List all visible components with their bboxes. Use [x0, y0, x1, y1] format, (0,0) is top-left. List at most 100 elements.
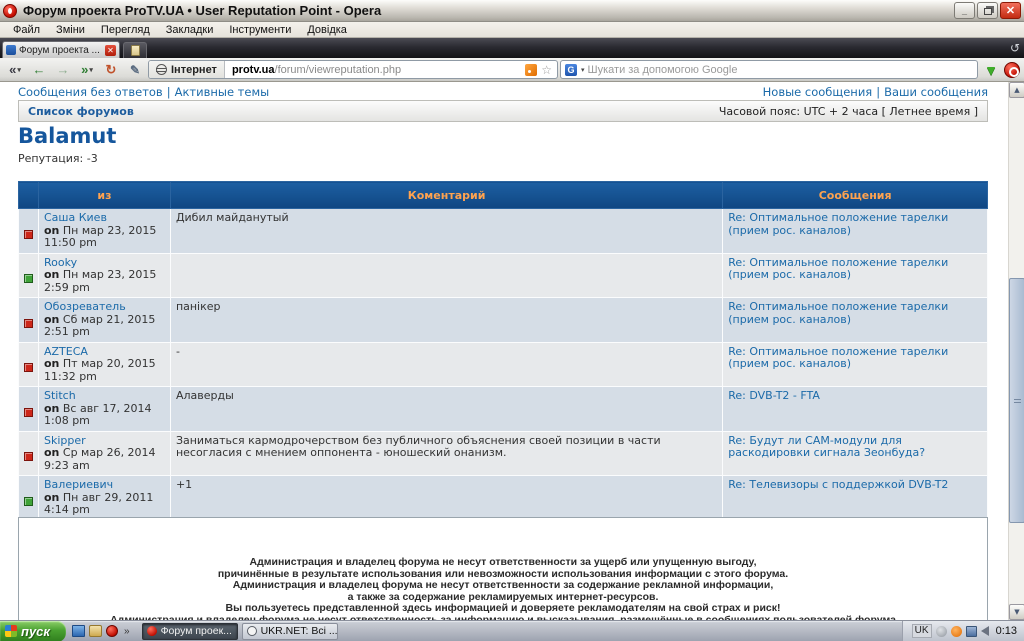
- link-your-messages[interactable]: Ваши сообщения: [884, 85, 988, 99]
- opera-icon: [3, 4, 17, 18]
- disclaimer-box: Администрация и владелец форума не несут…: [18, 517, 988, 620]
- vote-icon: [24, 319, 33, 328]
- vote-comment: Дибил майданутый: [170, 209, 722, 254]
- forum-quick-links: Сообщения без ответов|Активные темы Новы…: [18, 85, 988, 99]
- menu-help[interactable]: Довідка: [300, 23, 354, 37]
- comment-column-header: Коментарий: [170, 182, 722, 209]
- vote-date: Пт мар 20, 2015 11:32 pm: [44, 357, 156, 383]
- board-index-link[interactable]: Список форумов: [28, 105, 134, 118]
- scroll-down-icon[interactable]: ▼: [1009, 604, 1024, 620]
- vote-date: Сб мар 21, 2015 2:51 pm: [44, 313, 155, 339]
- security-zone-badge[interactable]: Інтернет: [149, 61, 225, 78]
- url-text[interactable]: protv.ua/forum/viewreputation.php: [225, 64, 525, 76]
- quick-launch-overflow-icon[interactable]: »: [122, 626, 132, 637]
- url-field[interactable]: Інтернет protv.ua/forum/viewreputation.p…: [148, 60, 558, 79]
- bookmark-star-icon[interactable]: ☆: [541, 63, 552, 77]
- title-bar: Форум проекта ProTV.UA • User Reputation…: [0, 0, 1024, 22]
- message-link[interactable]: Re: DVB-T2 - FTA: [728, 389, 820, 402]
- task-button-forum[interactable]: Форум проек...: [142, 623, 238, 640]
- search-engine-dropdown-icon[interactable]: ▾: [581, 66, 585, 74]
- table-row: AZTECAon Пт мар 20, 2015 11:32 pm - Re: …: [19, 342, 988, 387]
- table-row: Skipperon Ср мар 26, 2014 9:23 am Занима…: [19, 431, 988, 476]
- ukrnet-task-icon: [247, 626, 257, 636]
- back-button[interactable]: ←: [28, 60, 50, 79]
- language-indicator[interactable]: UK: [912, 624, 932, 638]
- scroll-up-icon[interactable]: ▲: [1009, 82, 1024, 98]
- tab-close-icon[interactable]: ✕: [105, 45, 116, 56]
- tray-gray-app-icon[interactable]: [936, 626, 947, 637]
- vote-icon: [24, 230, 33, 239]
- table-header-row: из Коментарий Сообщения: [19, 182, 988, 209]
- download-arrow-icon[interactable]: ▼: [980, 62, 1002, 78]
- vote-comment: +1: [170, 476, 722, 521]
- vote-icon: [24, 363, 33, 372]
- vote-comment: панікер: [170, 298, 722, 343]
- opera-menu-icon[interactable]: [1004, 62, 1020, 78]
- rewind-dropdown-icon: ▾: [17, 66, 21, 74]
- rss-icon[interactable]: [525, 64, 537, 76]
- page-viewport: Сообщения без ответов|Активные темы Новы…: [0, 82, 1024, 620]
- forward-button[interactable]: →: [52, 60, 74, 79]
- window-title: Форум проекта ProTV.UA • User Reputation…: [23, 3, 954, 18]
- minimize-button[interactable]: _: [954, 2, 975, 19]
- menu-tools[interactable]: Інструменти: [222, 23, 298, 37]
- new-tab-button[interactable]: [123, 42, 147, 58]
- new-tab-icon: [131, 45, 140, 56]
- menu-file[interactable]: Файл: [6, 23, 47, 37]
- fast-forward-button[interactable]: »▾: [76, 60, 98, 79]
- table-row: Валериевичon Пн авг 29, 2011 4:14 pm +1 …: [19, 476, 988, 521]
- vote-column-header: [19, 182, 39, 209]
- message-link[interactable]: Re: Оптимальное положение тарелки (прием…: [728, 345, 948, 371]
- closed-tabs-bin-icon[interactable]: ↺: [1010, 41, 1020, 55]
- message-link[interactable]: Re: Оптимальное положение тарелки (прием…: [728, 211, 948, 237]
- close-button[interactable]: ✕: [1000, 2, 1021, 19]
- vote-date: Пн мар 23, 2015 11:50 pm: [44, 224, 156, 250]
- taskbar: пуск » Форум проек... UKR.NET: Всі ... U…: [0, 620, 1024, 641]
- opera-quick-launch-icon[interactable]: [106, 625, 118, 637]
- tab-label: Форум проекта ...: [19, 45, 102, 56]
- menu-edit[interactable]: Зміни: [49, 23, 92, 37]
- link-unanswered[interactable]: Сообщения без ответов: [18, 85, 163, 99]
- reputation-table: из Коментарий Сообщения Саша Киевon Пн м…: [18, 181, 988, 521]
- vote-date: Пн авг 29, 2011 4:14 pm: [44, 491, 153, 517]
- quick-launch-app-icon[interactable]: [89, 625, 102, 637]
- reputation-value: -3: [87, 152, 98, 165]
- scrollbar-thumb[interactable]: [1009, 278, 1024, 523]
- tab-forum[interactable]: Форум проекта ... ✕: [2, 41, 120, 58]
- restore-button[interactable]: [977, 2, 998, 19]
- table-row: Обозревательon Сб мар 21, 2015 2:51 pm п…: [19, 298, 988, 343]
- search-input[interactable]: [588, 64, 973, 76]
- tray-orange-app-icon[interactable]: [951, 626, 962, 637]
- zone-label: Інтернет: [171, 64, 217, 76]
- task-button-ukrnet[interactable]: UKR.NET: Всі ...: [242, 623, 338, 640]
- quick-launch: »: [66, 625, 138, 637]
- message-link[interactable]: Re: Оптимальное положение тарелки (прием…: [728, 256, 948, 282]
- vote-comment: Заниматься кармодрочерством без публично…: [170, 431, 722, 476]
- board-index-bar: Список форумов Часовой пояс: UTC + 2 час…: [18, 100, 988, 122]
- menu-bookmarks[interactable]: Закладки: [159, 23, 221, 37]
- network-icon[interactable]: [966, 626, 977, 637]
- show-desktop-icon[interactable]: [72, 625, 85, 637]
- volume-icon[interactable]: [981, 626, 989, 636]
- search-box: G ▾: [560, 60, 978, 79]
- message-link[interactable]: Re: Оптимальное положение тарелки (прием…: [728, 300, 948, 326]
- reputation-line: Репутация: -3: [18, 152, 98, 165]
- address-bar: «▾ ← → »▾ ↻ ✎ Інтернет protv.ua/forum/vi…: [0, 58, 1024, 82]
- table-row: Саша Киевon Пн мар 23, 2015 11:50 pm Диб…: [19, 209, 988, 254]
- separator: |: [163, 85, 175, 99]
- vertical-scrollbar[interactable]: ▲ ▼: [1008, 82, 1024, 620]
- google-icon: G: [565, 64, 577, 76]
- start-button[interactable]: пуск: [0, 621, 66, 641]
- link-active-topics[interactable]: Активные темы: [175, 85, 270, 99]
- vote-date: Пн мар 23, 2015 2:59 pm: [44, 268, 156, 294]
- taskbar-clock: 0:13: [993, 625, 1017, 637]
- message-link[interactable]: Re: Телевизоры с поддержкой DVB-T2: [728, 478, 948, 491]
- site-favicon-icon: [6, 45, 16, 55]
- message-link[interactable]: Re: Будут ли CAM-модули для раскодировки…: [728, 434, 925, 460]
- rewind-button[interactable]: «▾: [4, 60, 26, 79]
- vote-date: Ср мар 26, 2014 9:23 am: [44, 446, 156, 472]
- reload-button[interactable]: ↻: [100, 60, 122, 79]
- menu-view[interactable]: Перегляд: [94, 23, 157, 37]
- wand-button[interactable]: ✎: [124, 60, 146, 79]
- link-new-messages[interactable]: Новые сообщения: [763, 85, 873, 99]
